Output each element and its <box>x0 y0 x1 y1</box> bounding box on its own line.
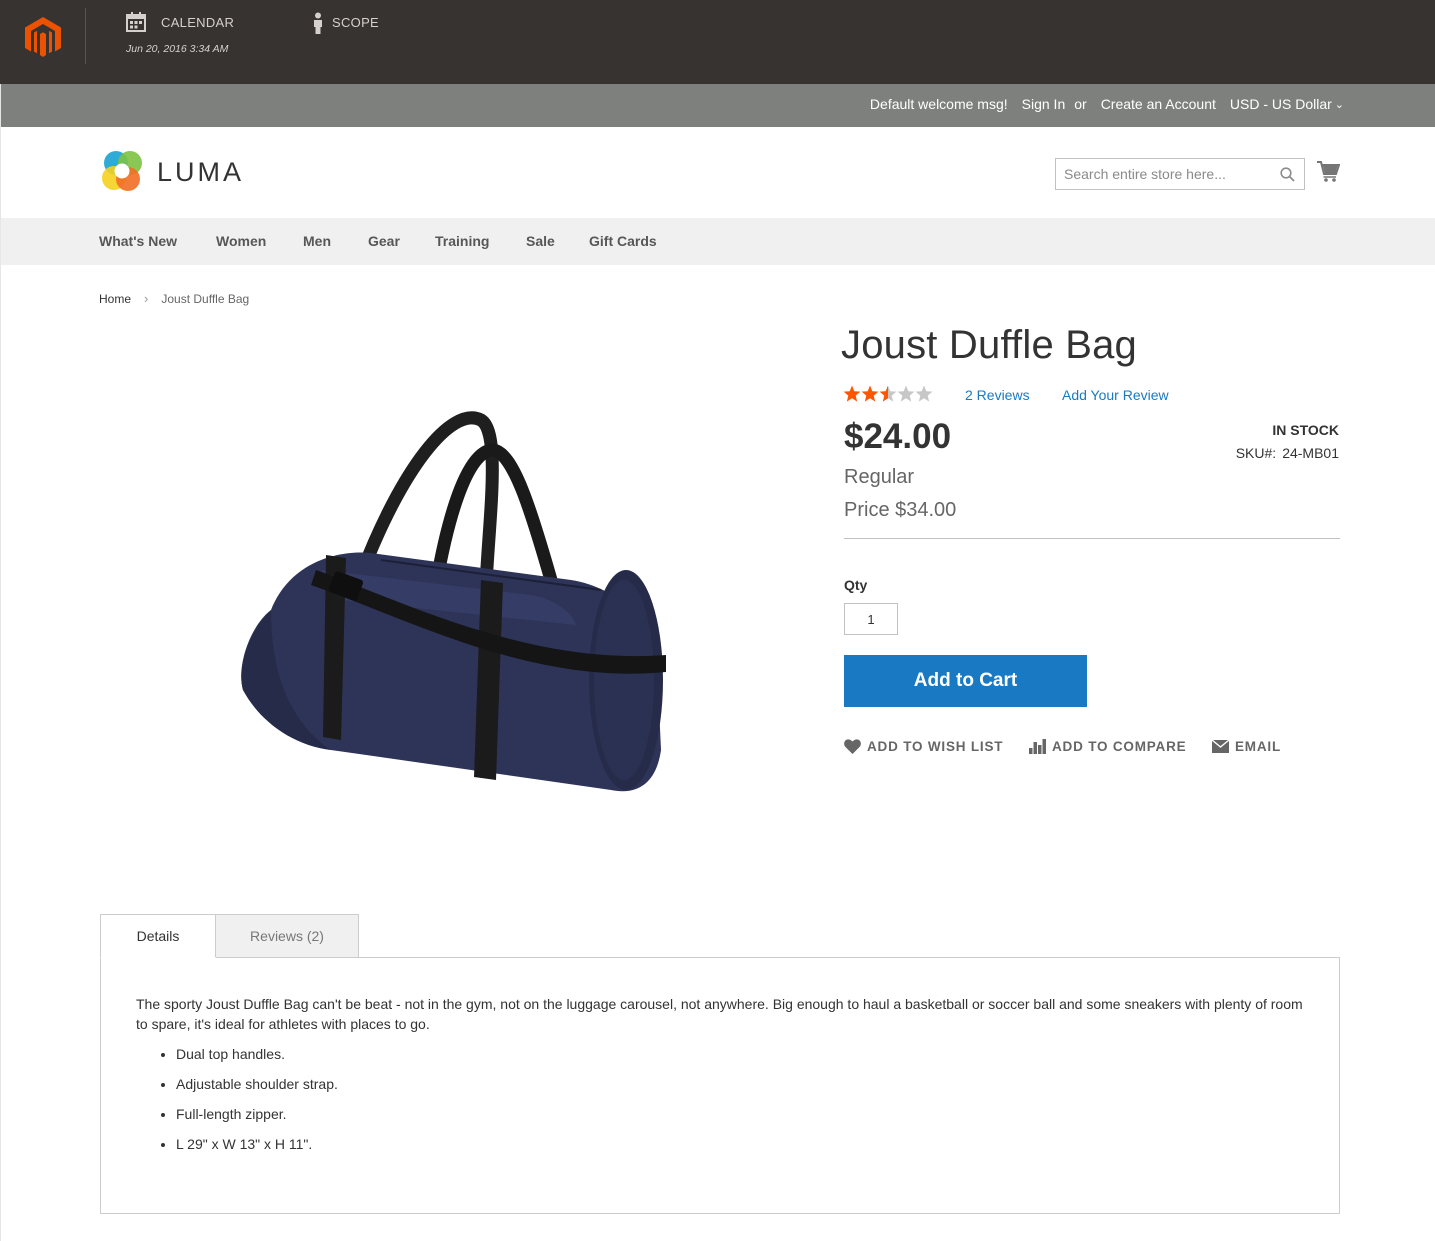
main-nav: What's New Women Men Gear Training Sale … <box>0 218 1435 265</box>
list-item: Adjustable shoulder strap. <box>176 1075 338 1105</box>
sign-in-link[interactable]: Sign In <box>1022 96 1066 112</box>
search-icon[interactable] <box>1280 167 1295 182</box>
tab-reviews[interactable]: Reviews (2) <box>215 914 359 958</box>
nav-item-sale[interactable]: Sale <box>526 233 555 249</box>
bar-chart-icon <box>1029 739 1046 754</box>
stock-status: IN STOCK <box>1272 422 1339 438</box>
product-price: $24.00 <box>844 417 952 456</box>
nav-item-men[interactable]: Men <box>303 233 331 249</box>
calendar-icon <box>126 12 146 32</box>
luma-logo[interactable]: LUMA <box>99 148 245 196</box>
calendar-label: CALENDAR <box>161 15 235 30</box>
heart-icon <box>844 739 861 754</box>
admin-divider <box>85 8 86 64</box>
list-item: Dual top handles. <box>176 1045 338 1075</box>
price-divider <box>844 538 1340 539</box>
scope-label: SCOPE <box>332 15 380 30</box>
breadcrumb-separator: › <box>144 291 149 306</box>
email-label: EMAIL <box>1235 739 1281 754</box>
product-description: The sporty Joust Duffle Bag can't be bea… <box>136 996 1303 1032</box>
site-header: LUMA <box>0 127 1435 218</box>
feature-list: Dual top handles. Adjustable shoulder st… <box>176 1045 338 1165</box>
add-to-compare[interactable]: ADD TO COMPARE <box>1029 739 1186 754</box>
envelope-icon <box>1212 740 1229 753</box>
person-icon <box>314 12 322 34</box>
list-item: Full-length zipper. <box>176 1105 338 1135</box>
qty-label: Qty <box>844 577 868 593</box>
regular-price: Price $34.00 <box>844 499 957 521</box>
list-item: L 29" x W 13" x H 11". <box>176 1135 338 1165</box>
or-text: or <box>1074 96 1087 112</box>
calendar-date: Jun 20, 2016 3:34 AM <box>126 43 229 55</box>
logo-text: LUMA <box>157 157 245 187</box>
nav-item-gear[interactable]: Gear <box>368 233 400 249</box>
regular-price-label: Regular <box>844 466 915 488</box>
currency-switcher[interactable]: USD - US Dollar <box>1230 96 1332 112</box>
product-title: Joust Duffle Bag <box>841 323 1137 367</box>
email-friend[interactable]: EMAIL <box>1212 739 1281 754</box>
wish-list-label: ADD TO WISH LIST <box>867 739 1004 754</box>
magento-logo-icon[interactable] <box>24 16 62 58</box>
sku-value: 24-MB01 <box>1282 445 1339 461</box>
add-to-cart-button[interactable]: Add to Cart <box>844 655 1087 707</box>
main-content: Home › Joust Duffle Bag Joust Duffle Bag <box>0 265 1435 1241</box>
add-to-wish-list[interactable]: ADD TO WISH LIST <box>844 739 1003 754</box>
nav-item-gift-cards[interactable]: Gift Cards <box>589 233 657 249</box>
nav-item-training[interactable]: Training <box>435 233 489 249</box>
create-account-link[interactable]: Create an Account <box>1101 96 1216 112</box>
nav-item-whats-new[interactable]: What's New <box>99 233 177 249</box>
luma-logo-icon <box>102 151 142 191</box>
chevron-down-icon[interactable]: ⌄ <box>1335 98 1344 111</box>
search-input[interactable] <box>1056 159 1276 189</box>
product-image[interactable] <box>231 410 671 800</box>
add-review-link[interactable]: Add Your Review <box>1062 387 1169 403</box>
sku-label: SKU#: <box>1235 445 1277 461</box>
sku: SKU#: 24-MB01 <box>1236 445 1339 461</box>
cart-icon[interactable] <box>1317 161 1340 182</box>
reviews-link[interactable]: 2 Reviews <box>965 387 1030 403</box>
tab-details[interactable]: Details <box>100 914 216 958</box>
qty-input[interactable] <box>844 603 898 635</box>
breadcrumb-current: Joust Duffle Bag <box>161 291 250 306</box>
search-box <box>1055 158 1305 190</box>
admin-bar: CALENDAR Jun 20, 2016 3:34 AM SCOPE <box>0 0 1435 84</box>
rating-stars <box>843 385 933 402</box>
panel-links: Default welcome msg! Sign In or Create a… <box>870 96 1344 112</box>
breadcrumb-home[interactable]: Home <box>99 292 131 306</box>
compare-label: ADD TO COMPARE <box>1052 739 1187 754</box>
panel-header: Default welcome msg! Sign In or Create a… <box>0 84 1435 127</box>
breadcrumb: Home › Joust Duffle Bag <box>99 291 249 306</box>
nav-item-women[interactable]: Women <box>216 233 266 249</box>
welcome-message: Default welcome msg! <box>869 96 1008 112</box>
details-panel: The sporty Joust Duffle Bag can't be bea… <box>100 957 1340 1214</box>
